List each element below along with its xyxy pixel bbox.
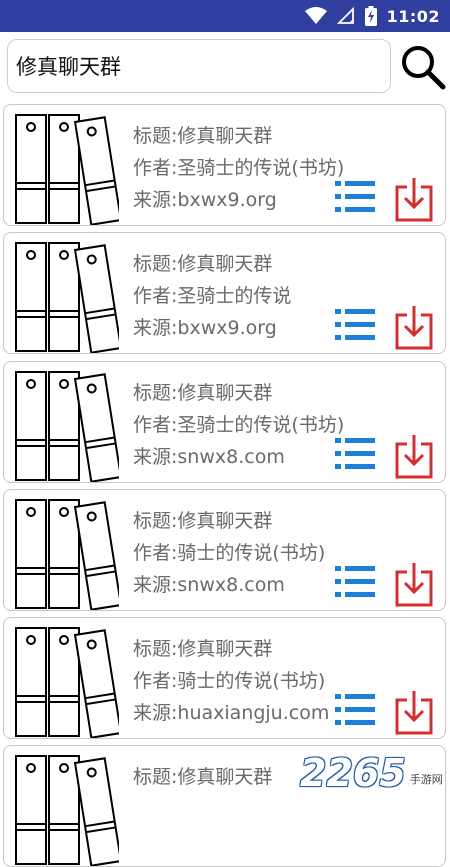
book-binders-icon xyxy=(15,499,119,610)
item-title: 标题:修真聊天群 xyxy=(133,253,273,275)
list-item[interactable]: 标题:修真聊天群 作者:圣骑士的传说(书坊) 来源:snwx8.com xyxy=(3,361,446,483)
list-icon[interactable] xyxy=(333,688,377,732)
item-title: 标题:修真聊天群 xyxy=(133,638,273,660)
download-icon[interactable] xyxy=(394,175,434,223)
status-bar: 11:02 xyxy=(0,0,450,32)
book-binders-icon xyxy=(15,114,119,225)
signal-icon xyxy=(336,7,354,24)
list-item[interactable]: 标题:修真聊天群 作者:骑士的传说(书坊) 来源:snwx8.com xyxy=(3,489,446,611)
download-icon[interactable] xyxy=(394,432,434,480)
download-icon[interactable] xyxy=(394,303,434,351)
item-title: 标题:修真聊天群 xyxy=(133,125,273,147)
list-item[interactable]: 标题:修真聊天群 作者:骑士的传说(书坊) 来源:huaxiangju.com xyxy=(3,617,446,739)
battery-icon xyxy=(364,6,377,26)
item-title: 标题:修真聊天群 xyxy=(133,382,273,404)
book-binders-icon xyxy=(15,627,119,738)
watermark: 2265 手游网 xyxy=(300,745,450,795)
watermark-text: 手游网 xyxy=(409,773,443,786)
search-button[interactable] xyxy=(398,40,448,94)
download-icon[interactable] xyxy=(394,560,434,608)
list-icon[interactable] xyxy=(333,560,377,604)
watermark-number: 2265 xyxy=(300,751,406,795)
list-item[interactable]: 标题:修真聊天群 作者:圣骑士的传说 来源:bxwx9.org xyxy=(3,232,446,354)
status-time: 11:02 xyxy=(386,6,440,26)
item-title: 标题:修真聊天群 xyxy=(133,510,273,532)
book-binders-icon xyxy=(15,242,119,353)
list-item[interactable]: 标题:修真聊天群 作者:圣骑士的传说(书坊) 来源:bxwx9.org xyxy=(3,104,446,226)
wifi-icon xyxy=(304,7,327,24)
list-icon[interactable] xyxy=(333,432,377,476)
list-icon[interactable] xyxy=(333,303,377,347)
search-input[interactable] xyxy=(7,39,391,93)
download-icon[interactable] xyxy=(394,688,434,736)
search-bar xyxy=(0,32,450,102)
book-binders-icon xyxy=(15,371,119,482)
book-binders-icon xyxy=(15,755,119,866)
search-icon xyxy=(402,46,446,90)
list-icon[interactable] xyxy=(333,175,377,219)
status-icons: 11:02 xyxy=(304,0,440,32)
